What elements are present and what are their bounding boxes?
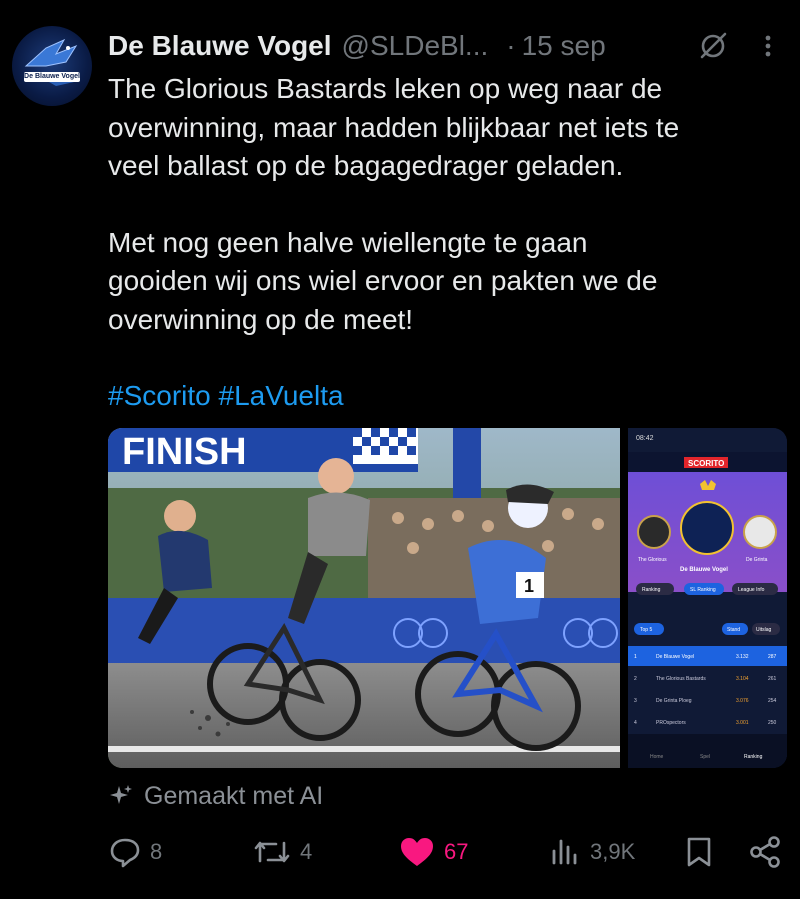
views-icon [552, 839, 577, 865]
author-handle[interactable]: @SLDeBl... [342, 30, 489, 62]
phone-row-4-extra: 250 [768, 720, 777, 726]
reply-icon [110, 838, 140, 868]
heart-icon [401, 838, 433, 866]
phone-row-2-rank: 2 [634, 676, 637, 682]
repost-count: 4 [300, 839, 313, 864]
reply-button[interactable]: 8 [108, 828, 162, 876]
phone-row-1-points: 3.132 [736, 654, 749, 660]
media-image-finish[interactable]: FINISH 1 [108, 428, 620, 768]
action-bar: 8 4 67 3,9K [108, 828, 788, 876]
phone-app-name: SCORITO [688, 459, 724, 468]
phone-team-name: De Blauwe Vogel [680, 567, 728, 573]
avatar-label: De Blauwe Vogel [24, 72, 80, 82]
phone-row-1-extra: 287 [768, 654, 777, 660]
phone-row-2-extra: 261 [768, 676, 777, 682]
phone-row-3-extra: 254 [768, 698, 777, 704]
hashtags[interactable]: #Scorito #LaVuelta [108, 377, 788, 416]
bird-logo-icon [24, 38, 78, 86]
bib-number: 1 [524, 576, 534, 596]
more-icon[interactable] [758, 30, 778, 62]
phone-tab-2: SL Ranking [690, 587, 716, 593]
phone-row-1-rank: 1 [634, 654, 637, 660]
sparkle-icon [110, 785, 132, 804]
repost-button[interactable]: 4 [252, 828, 312, 876]
phone-left-team: The Glorious [638, 557, 667, 563]
ai-label-text: Gemaakt met AI [144, 781, 324, 810]
share-button[interactable] [748, 828, 790, 876]
phone-row-4-rank: 4 [634, 720, 637, 726]
phone-row-4-points: 3.001 [736, 720, 749, 726]
phone-tab-3: League Info [738, 587, 765, 593]
like-button[interactable]: 67 [398, 828, 468, 876]
tweet-header: De Blauwe Vogel @SLDeBl... · 15 sep [108, 28, 788, 64]
phone-row-3-name: De Grinta Ploeg [656, 698, 692, 704]
phone-row-3-rank: 3 [634, 698, 637, 704]
ai-generated-label[interactable]: Gemaakt met AI [108, 778, 323, 814]
phone-row-3-points: 3.076 [736, 698, 749, 704]
tweet-text: The Glorious Bastards leken op weg naar … [108, 70, 788, 416]
phone-pill-2: Uitslag [756, 627, 772, 633]
phone-row-2-points: 3.104 [736, 676, 749, 682]
phone-pill-1: Stand [727, 627, 740, 633]
phone-row-1-name: De Blauwe Vogel [656, 654, 694, 660]
bookmark-button[interactable] [684, 828, 722, 876]
author-name[interactable]: De Blauwe Vogel [108, 30, 332, 62]
checkered-flag [353, 428, 418, 464]
phone-right-team: De Grinta [746, 557, 768, 563]
tweet-paragraph-2: Met nog geen halve wiellengte te gaan go… [108, 226, 658, 335]
phone-nav-1: Home [650, 754, 664, 760]
bookmark-icon [687, 837, 711, 867]
phone-filter: Top 5 [640, 627, 652, 633]
phone-row-2-name: The Glorious Bastards [656, 676, 706, 682]
grok-icon[interactable] [697, 30, 729, 62]
finish-banner-text: FINISH [122, 431, 247, 473]
phone-nav-2: Spel [700, 754, 710, 760]
phone-nav-3: Ranking [744, 754, 763, 760]
reply-count: 8 [150, 839, 163, 864]
views-count: 3,9K [590, 839, 636, 864]
views-button[interactable]: 3,9K [548, 828, 635, 876]
share-icon [750, 836, 780, 868]
tweet-paragraph-1: The Glorious Bastards leken op weg naar … [108, 73, 680, 181]
phone-tab-1: Ranking [642, 587, 661, 593]
like-count: 67 [444, 839, 469, 864]
media-image-app-screenshot[interactable]: 08:42 SCORITO The Glorious De Grinta De … [628, 428, 787, 768]
separator: · [506, 30, 516, 61]
repost-icon [254, 841, 290, 863]
avatar[interactable]: De Blauwe Vogel [12, 26, 92, 106]
tweet-date[interactable]: 15 sep [522, 30, 606, 62]
phone-row-4-name: PROspectors [656, 720, 686, 726]
phone-status-time: 08:42 [636, 435, 654, 442]
